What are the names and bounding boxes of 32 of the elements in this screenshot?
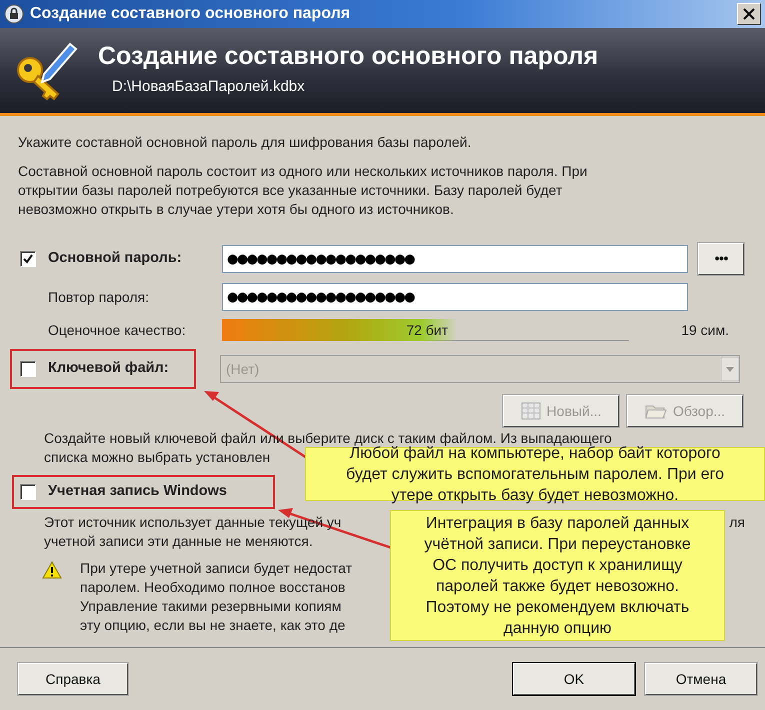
- warning-icon: [42, 561, 62, 579]
- help-button[interactable]: Справка: [18, 663, 128, 695]
- account-description-tail: ля: [729, 513, 745, 532]
- window-title: Создание составного основного пароля: [30, 4, 350, 24]
- key-file-description-line: списка можно выбрать установлен: [44, 448, 270, 467]
- field-label: Учетная запись Windows: [48, 482, 227, 502]
- intro-text: Укажите составной основной пароль для шифрования базы паролей.: [18, 133, 472, 152]
- character-count: 19 сим.: [681, 320, 729, 340]
- field-label: Повтор пароля:: [48, 288, 150, 307]
- file-path: D:\НоваяБазаПаролей.kdbx: [112, 77, 306, 97]
- password-field[interactable]: ●●●●●●●●●●●●●●●●●●●: [222, 283, 688, 311]
- password-field[interactable]: ●●●●●●●●●●●●●●●●●●●: [222, 245, 688, 273]
- dropdown-value: (Нет): [226, 360, 260, 379]
- account-description-line: учетной записи эти данные не меняются.: [44, 532, 313, 551]
- field-label: Основной пароль:: [48, 249, 183, 268]
- close-button[interactable]: [737, 3, 761, 25]
- checkbox[interactable]: [20, 484, 36, 500]
- warning-text: При утере учетной записи будет недостат паролем. Необходимо полное восстанов Управление такими резервными копиям эту опцию, если вы не знаете, как это де: [80, 559, 352, 635]
- ok-button[interactable]: OK: [513, 663, 635, 695]
- callout-note: Любой файл на компьютере, набор байт которого будет служить вспомогательным паролем. При его утере открыть базу будет невозможно.: [305, 447, 765, 501]
- close-icon: [743, 8, 755, 20]
- field-label: Оценочное качество:: [48, 320, 187, 340]
- field-label: Ключевой файл:: [48, 359, 169, 378]
- show-password-button[interactable]: ●●●: [698, 243, 744, 275]
- description-text: Составной основной пароль состоит из одного или нескольких источников пароля. При открытии базы паролей потребуются все указанные источники. Базу паролей будет невозможно открыть в случае утери хотя бы одного из источников.: [18, 162, 588, 219]
- callout-note: Интеграция в базу паролей данных учётной записи. При переустановке ОС получить доступ к хранилищу паролей также будет невозожно. Поэтому не рекомендуем включать данную опцию: [390, 510, 725, 641]
- cancel-button[interactable]: Отмена: [645, 663, 757, 695]
- quality-reading: 72 бит: [406, 320, 448, 340]
- checkbox[interactable]: [20, 251, 36, 267]
- lock-icon: [4, 4, 24, 24]
- grid-icon: [520, 402, 541, 420]
- banner-title: Создание составного основного пароля: [98, 42, 598, 70]
